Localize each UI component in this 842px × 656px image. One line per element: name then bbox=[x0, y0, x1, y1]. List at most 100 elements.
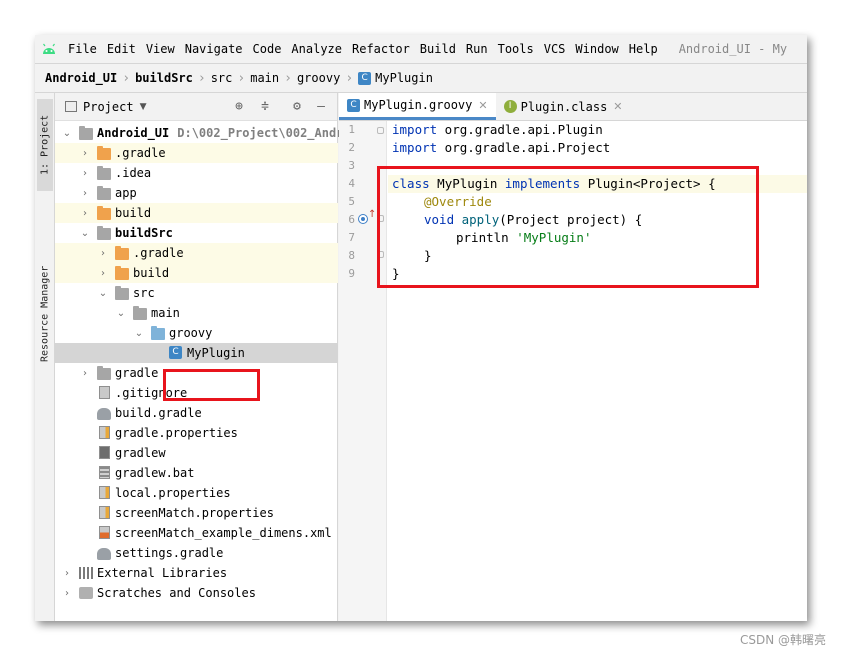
chevron-down-icon[interactable]: ⌄ bbox=[115, 308, 127, 319]
tree-row-myplugin[interactable]: C MyPlugin bbox=[55, 343, 338, 363]
menu-run[interactable]: Run bbox=[461, 42, 493, 56]
implements-method-icon[interactable] bbox=[359, 215, 367, 223]
fold-marker-icon[interactable] bbox=[377, 127, 384, 134]
menu-refactor[interactable]: Refactor bbox=[347, 42, 415, 56]
hide-panel-icon[interactable]: — bbox=[313, 99, 329, 115]
menu-bar: File Edit View Navigate Code Analyze Ref… bbox=[35, 35, 807, 63]
breadcrumb-item-buildsrc[interactable]: buildSrc bbox=[135, 71, 193, 85]
tree-row-buildsrc[interactable]: ⌄ buildSrc bbox=[55, 223, 338, 243]
chevron-down-icon[interactable]: ▼ bbox=[140, 102, 147, 112]
menu-build[interactable]: Build bbox=[415, 42, 461, 56]
line-number: 5 bbox=[348, 195, 355, 208]
menu-analyze[interactable]: Analyze bbox=[286, 42, 347, 56]
code-editor[interactable]: import org.gradle.api.Plugin import org.… bbox=[388, 121, 807, 621]
tree-label: Android_UI D:\002_Project\002_Andr bbox=[97, 126, 343, 140]
chevron-down-icon[interactable]: ⌄ bbox=[61, 128, 73, 139]
fold-marker-icon[interactable] bbox=[377, 215, 384, 222]
tree-row-scratches[interactable]: › Scratches and Consoles bbox=[55, 583, 338, 603]
project-tool-tab[interactable]: 1: Project bbox=[37, 99, 53, 191]
tree-row-gradlew[interactable]: gradlew bbox=[55, 443, 338, 463]
android-logo-icon bbox=[35, 35, 63, 63]
chevron-right-icon[interactable]: › bbox=[79, 368, 91, 379]
locate-file-icon[interactable]: ⊕ bbox=[231, 99, 247, 115]
tab-myplugin-groovy[interactable]: C MyPlugin.groovy ✕ bbox=[339, 93, 496, 120]
breadcrumb-item-android-ui[interactable]: Android_UI bbox=[45, 71, 117, 85]
project-view-selector[interactable]: Project bbox=[83, 100, 134, 114]
module-folder-icon bbox=[79, 126, 93, 140]
groovy-class-icon: C bbox=[347, 98, 360, 112]
collapse-all-icon[interactable]: ≑ bbox=[257, 99, 273, 115]
resource-manager-tab[interactable]: Resource Manager bbox=[37, 249, 53, 379]
tree-row-build[interactable]: › build bbox=[55, 203, 338, 223]
close-icon[interactable]: ✕ bbox=[478, 99, 487, 112]
menu-tools[interactable]: Tools bbox=[493, 42, 539, 56]
menu-code[interactable]: Code bbox=[248, 42, 287, 56]
breadcrumb-separator-icon: › bbox=[197, 70, 206, 86]
tree-row-buildsrc-gradle[interactable]: › .gradle bbox=[55, 243, 338, 263]
gear-icon[interactable]: ⚙ bbox=[289, 99, 305, 115]
menu-navigate[interactable]: Navigate bbox=[180, 42, 248, 56]
chevron-down-icon[interactable]: ⌄ bbox=[79, 228, 91, 239]
folder-icon bbox=[97, 146, 111, 160]
menu-help[interactable]: Help bbox=[624, 42, 663, 56]
tree-row-screenmatch-xml[interactable]: screenMatch_example_dimens.xml bbox=[55, 523, 338, 543]
editor-tabs: C MyPlugin.groovy ✕ I Plugin.class ✕ bbox=[339, 93, 807, 121]
tree-row-gradle-dir[interactable]: › .gradle bbox=[55, 143, 338, 163]
tree-row-main[interactable]: ⌄ main bbox=[55, 303, 338, 323]
line-number: 2 bbox=[348, 141, 355, 154]
tree-row-gradle-properties[interactable]: gradle.properties bbox=[55, 423, 338, 443]
tab-plugin-class[interactable]: I Plugin.class ✕ bbox=[496, 93, 631, 120]
chevron-right-icon[interactable]: › bbox=[79, 188, 91, 199]
breadcrumb-item-groovy[interactable]: groovy bbox=[297, 71, 340, 85]
breadcrumb-item-src[interactable]: src bbox=[211, 71, 233, 85]
tree-label: .idea bbox=[115, 166, 152, 180]
tree-row-app[interactable]: › app bbox=[55, 183, 338, 203]
chevron-right-icon[interactable]: › bbox=[97, 248, 109, 259]
tree-row-gradle[interactable]: › gradle bbox=[55, 363, 338, 383]
libraries-icon bbox=[79, 567, 93, 579]
breadcrumb-item-main[interactable]: main bbox=[250, 71, 279, 85]
override-arrow-icon[interactable]: ↑ bbox=[368, 209, 376, 220]
tree-row-screenmatch-properties[interactable]: screenMatch.properties bbox=[55, 503, 338, 523]
chevron-down-icon[interactable]: ⌄ bbox=[133, 328, 145, 339]
code-text: org.gradle.api.Project bbox=[437, 140, 611, 155]
tree-row-buildsrc-build[interactable]: › build bbox=[55, 263, 338, 283]
project-panel: Project ▼ ⊕ ≑ ⚙ — ⌄ Android_UI D:\002_Pro… bbox=[55, 93, 343, 621]
folder-icon bbox=[115, 266, 129, 280]
menu-window[interactable]: Window bbox=[570, 42, 623, 56]
menu-view[interactable]: View bbox=[141, 42, 180, 56]
interface-icon: I bbox=[503, 100, 517, 113]
tree-row-idea[interactable]: › .idea bbox=[55, 163, 338, 183]
tree-label: src bbox=[133, 286, 155, 300]
breadcrumb-item-myplugin[interactable]: C MyPlugin bbox=[358, 71, 433, 85]
close-icon[interactable]: ✕ bbox=[613, 100, 622, 113]
text-file-icon bbox=[99, 466, 110, 479]
tree-row-gitignore[interactable]: .gitignore bbox=[55, 383, 338, 403]
chevron-right-icon[interactable]: › bbox=[61, 568, 73, 579]
chevron-right-icon[interactable]: › bbox=[79, 208, 91, 219]
menu-file[interactable]: File bbox=[63, 42, 102, 56]
tree-row-src[interactable]: ⌄ src bbox=[55, 283, 338, 303]
tree-row-build-gradle[interactable]: build.gradle bbox=[55, 403, 338, 423]
tree-row-external-libraries[interactable]: › External Libraries bbox=[55, 563, 338, 583]
menu-edit[interactable]: Edit bbox=[102, 42, 141, 56]
chevron-down-icon[interactable]: ⌄ bbox=[97, 288, 109, 299]
fold-marker-icon[interactable] bbox=[377, 251, 384, 258]
tree-row-android-ui[interactable]: ⌄ Android_UI D:\002_Project\002_Andr bbox=[55, 123, 343, 143]
line-number: 9 bbox=[348, 267, 355, 280]
line-number: 3 bbox=[348, 159, 355, 172]
chevron-right-icon[interactable]: › bbox=[79, 148, 91, 159]
code-line-6: void apply(Project project) { bbox=[424, 211, 642, 229]
chevron-right-icon[interactable]: › bbox=[97, 268, 109, 279]
chevron-right-icon[interactable]: › bbox=[79, 168, 91, 179]
menu-vcs[interactable]: VCS bbox=[539, 42, 571, 56]
tree-label: local.properties bbox=[115, 486, 231, 500]
tree-label: groovy bbox=[169, 326, 213, 340]
tree-row-local-properties[interactable]: local.properties bbox=[55, 483, 338, 503]
chevron-right-icon[interactable]: › bbox=[61, 588, 73, 599]
tree-row-gradlew-bat[interactable]: gradlew.bat bbox=[55, 463, 338, 483]
tree-row-settings-gradle[interactable]: settings.gradle bbox=[55, 543, 338, 563]
line-number: 7 bbox=[348, 231, 355, 244]
editor-area: C MyPlugin.groovy ✕ I Plugin.class ✕ 1 2… bbox=[339, 93, 807, 621]
tree-row-groovy[interactable]: ⌄ groovy bbox=[55, 323, 338, 343]
